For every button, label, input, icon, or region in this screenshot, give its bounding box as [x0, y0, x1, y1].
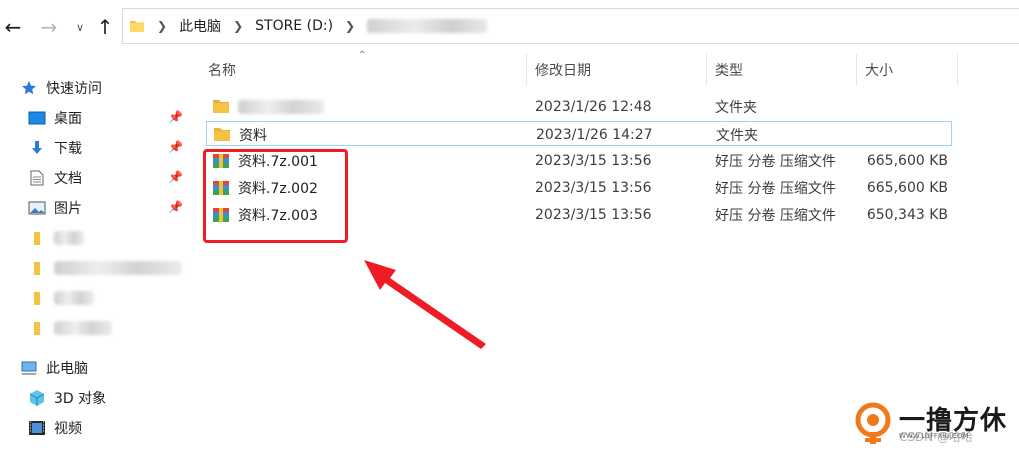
- sidebar-item-label: 此电脑: [46, 361, 88, 377]
- sidebar-item-redacted[interactable]: [28, 285, 94, 311]
- file-explorer-window: ← → ∨ ↑ ❯ 此电脑 ❯ STORE (D:) ❯ 快速访问 桌面 📌 下…: [0, 0, 1019, 451]
- file-type: 好压 分卷 压缩文件: [715, 207, 836, 224]
- watermark-logo-icon: [855, 402, 891, 444]
- document-icon: [28, 170, 46, 186]
- sidebar-item-label: 文档: [54, 171, 82, 187]
- sidebar-item-desktop[interactable]: 桌面: [28, 105, 82, 131]
- folder-icon: [129, 18, 145, 34]
- watermark-subtitle: WWW.LUFFXIU.COM: [899, 432, 969, 440]
- file-size: 650,343 KB: [866, 206, 948, 223]
- sidebar-item-quick-access[interactable]: 快速访问: [20, 75, 102, 101]
- sidebar-item-videos[interactable]: 视频: [28, 415, 82, 441]
- column-header-date[interactable]: 修改日期: [527, 52, 707, 88]
- file-type: 文件夹: [716, 127, 758, 144]
- sidebar-item-pictures[interactable]: 图片: [28, 195, 82, 221]
- sidebar-item-label: 快速访问: [46, 81, 102, 97]
- breadcrumb-separator-icon: ❯: [345, 19, 356, 33]
- file-date: 2023/3/15 13:56: [535, 206, 652, 223]
- sidebar-item-label: 3D 对象: [54, 391, 107, 407]
- desktop-icon: [28, 110, 46, 126]
- sidebar-item-downloads[interactable]: 下载: [28, 135, 82, 161]
- download-icon: [28, 140, 46, 156]
- navigation-pane: 快速访问 桌面 📌 下载 📌 文档 📌 图片 📌 此电脑 3D 对象 视频: [0, 52, 186, 451]
- sidebar-item-label: 下载: [54, 141, 82, 157]
- pin-icon[interactable]: 📌: [168, 200, 183, 214]
- file-size: [846, 94, 948, 119]
- sidebar-item-this-pc[interactable]: 此电脑: [20, 355, 88, 381]
- 3d-objects-icon: [28, 390, 46, 406]
- sidebar-item-label: 图片: [54, 201, 82, 217]
- address-bar[interactable]: ❯ 此电脑 ❯ STORE (D:) ❯: [122, 8, 1019, 44]
- file-size: 665,600 KB: [866, 179, 948, 196]
- column-header-name[interactable]: 名称: [200, 52, 526, 88]
- sidebar-item-redacted[interactable]: [28, 255, 182, 281]
- pin-icon[interactable]: 📌: [168, 170, 183, 184]
- folder-icon: [28, 290, 46, 306]
- sidebar-item-redacted[interactable]: [28, 315, 112, 341]
- column-header-type[interactable]: 类型: [707, 52, 857, 88]
- video-icon: [28, 420, 46, 436]
- column-header-size[interactable]: 大小: [857, 52, 957, 88]
- folder-icon: [212, 98, 230, 116]
- breadcrumb-this-pc[interactable]: 此电脑: [179, 16, 221, 36]
- annotation-highlight-box: [203, 149, 348, 243]
- breadcrumb-separator-icon: ❯: [233, 19, 244, 33]
- sidebar-item-redacted[interactable]: [28, 225, 84, 251]
- file-date: 2023/1/26 14:27: [536, 126, 653, 143]
- file-size: 665,600 KB: [866, 152, 948, 169]
- redacted-label: [54, 321, 112, 335]
- folder-icon: [213, 126, 231, 144]
- file-date: 2023/1/26 12:48: [535, 98, 652, 115]
- sidebar-item-3d-objects[interactable]: 3D 对象: [28, 385, 106, 411]
- back-arrow-icon[interactable]: ←: [0, 14, 26, 40]
- breadcrumb-separator-icon: ❯: [157, 19, 168, 33]
- table-row[interactable]: 2023/1/26 12:48 文件夹: [206, 94, 952, 119]
- file-type: 好压 分卷 压缩文件: [715, 180, 836, 197]
- redacted-label: [54, 261, 182, 275]
- breadcrumb-store-drive[interactable]: STORE (D:): [255, 18, 333, 34]
- annotation-arrow-icon: [364, 260, 486, 349]
- file-name: 资料: [239, 127, 267, 144]
- folder-icon: [28, 230, 46, 246]
- recent-locations-chevron-icon[interactable]: ∨: [67, 14, 93, 40]
- pin-icon[interactable]: 📌: [168, 140, 183, 154]
- sidebar-item-label: 视频: [54, 421, 82, 437]
- file-type: 文件夹: [715, 99, 757, 116]
- breadcrumb-redacted[interactable]: [367, 19, 488, 33]
- star-icon: [20, 80, 38, 96]
- file-name-redacted: [238, 99, 324, 114]
- computer-icon: [20, 360, 38, 376]
- redacted-label: [54, 291, 94, 305]
- sidebar-item-documents[interactable]: 文档: [28, 165, 82, 191]
- watermark: 一撸方休 CSDN @哈哈 WWW.LUFFXIU.COM: [855, 398, 1019, 448]
- table-row-selected[interactable]: 资料 2023/1/26 14:27 文件夹: [206, 121, 952, 146]
- file-size: [847, 122, 949, 147]
- column-divider[interactable]: [957, 54, 958, 86]
- file-date: 2023/3/15 13:56: [535, 179, 652, 196]
- up-arrow-icon[interactable]: ↑: [92, 14, 118, 40]
- file-date: 2023/3/15 13:56: [535, 152, 652, 169]
- forward-arrow-icon[interactable]: →: [36, 14, 62, 40]
- pin-icon[interactable]: 📌: [168, 110, 183, 124]
- redacted-label: [54, 231, 84, 245]
- folder-icon: [28, 260, 46, 276]
- picture-icon: [28, 200, 46, 216]
- file-type: 好压 分卷 压缩文件: [715, 153, 836, 170]
- folder-icon: [28, 320, 46, 336]
- navigation-bar: ← → ∨ ↑ ❯ 此电脑 ❯ STORE (D:) ❯: [0, 0, 1019, 52]
- file-list: ⌃ 名称 修改日期 类型 大小 2023/1/26 12:48 文件夹 资料 2…: [186, 50, 1019, 451]
- sidebar-item-label: 桌面: [54, 111, 82, 127]
